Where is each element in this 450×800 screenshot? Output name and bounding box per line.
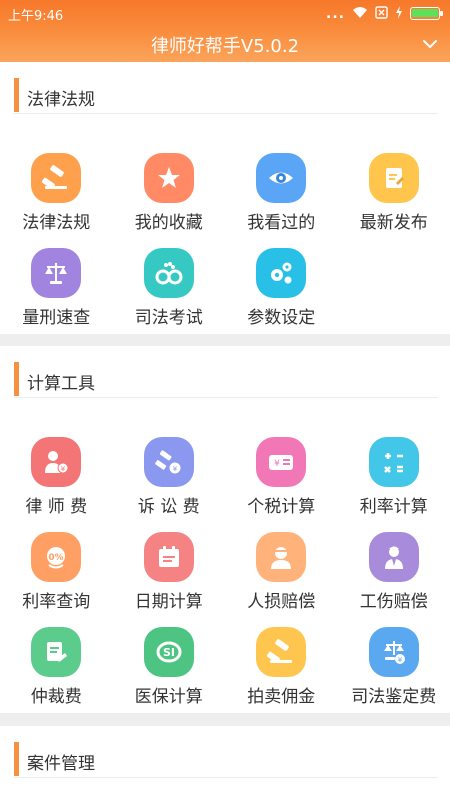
section-laws: 法律法规 法律法规 我的收藏 我看过的 最新发布 量刑速查 司法考试 参数设定 [0, 62, 450, 334]
svg-text:¥: ¥ [274, 459, 280, 469]
grid-item-label: 人损赔偿 [247, 592, 316, 612]
gears-icon [256, 248, 307, 298]
status-bar: 上午9:46 ... [0, 0, 450, 26]
grid-item[interactable]: ¥ 个税计算 [225, 437, 338, 529]
section-title: 计算工具 [27, 374, 95, 394]
lawyer-fee-icon: ¥ [31, 437, 82, 487]
section-case-management: 案件管理 [0, 726, 450, 800]
grid-item[interactable]: 我的收藏 [113, 153, 226, 245]
eye-icon [256, 153, 307, 203]
status-icons: ... [326, 4, 443, 23]
grid-item[interactable]: ¥ 诉 讼 费 [113, 437, 226, 529]
svg-text:¥: ¥ [173, 465, 178, 473]
app-title: 律师好帮手V5.0.2 [150, 36, 300, 57]
grid-item-label: 我的收藏 [134, 213, 203, 233]
grid-item[interactable]: 我看过的 [225, 153, 338, 245]
grid-item-label: 日期计算 [134, 592, 203, 612]
grid-item-label: 利率查询 [22, 592, 91, 612]
grid-item[interactable]: 拍卖佣金 [225, 627, 338, 719]
grid-item[interactable]: 法律法规 [0, 153, 113, 245]
grid-item[interactable]: 最新发布 [338, 153, 450, 245]
medical-insurance-icon: SI [143, 627, 194, 677]
grid-item-label: 拍卖佣金 [247, 687, 316, 707]
grid-item[interactable]: 量刑速查 [0, 248, 113, 340]
grid-item[interactable]: 0% 利率查询 [0, 532, 113, 624]
app-bar: 上午9:46 ... 律师好帮手V5.0.2 [0, 0, 450, 62]
wifi-icon [352, 4, 368, 23]
document-icon [368, 153, 419, 203]
grid-item[interactable]: ¥ 律 师 费 [0, 437, 113, 529]
grid-item[interactable]: 日期计算 [113, 532, 226, 624]
grid-item[interactable]: 工伤赔偿 [338, 532, 450, 624]
grid-item-label: 我看过的 [247, 213, 316, 233]
title-row: 律师好帮手V5.0.2 [0, 26, 450, 62]
section-title: 案件管理 [27, 754, 95, 774]
grid-item-label: 最新发布 [359, 213, 428, 233]
section-calculators: 计算工具 ¥ 律 师 费 ¥ 诉 讼 费 ¥ 个税计算 利率计算 0% 利率查询 日期计算 人损赔偿… [0, 346, 450, 713]
auction-hammer-icon [256, 627, 307, 677]
sim-off-icon [375, 4, 388, 23]
grid-item-label: 参数设定 [247, 308, 316, 328]
calendar-icon [143, 532, 194, 582]
handcuffs-icon [143, 248, 194, 298]
grid-item-label: 律 师 费 [25, 497, 88, 517]
gavel-icon [31, 153, 82, 203]
signal-dots-icon: ... [326, 5, 345, 22]
section-header: 法律法规 [14, 76, 438, 114]
svg-text:SI: SI [163, 646, 175, 659]
section-title: 法律法规 [27, 90, 95, 110]
grid-item[interactable]: 人损赔偿 [225, 532, 338, 624]
section-header: 计算工具 [14, 360, 438, 398]
status-time: 上午9:46 [8, 9, 64, 24]
battery-icon [410, 7, 443, 20]
svg-text:¥: ¥ [61, 465, 66, 473]
calculator-icon [368, 437, 419, 487]
grid-item-label: 工伤赔偿 [359, 592, 428, 612]
grid-item-label: 利率计算 [359, 497, 428, 517]
chevron-down-icon[interactable] [420, 34, 440, 54]
injured-person-icon [256, 532, 307, 582]
grid-item-label: 诉 讼 费 [137, 497, 200, 517]
section-header: 案件管理 [14, 740, 438, 778]
grid-item[interactable]: 利率计算 [338, 437, 450, 529]
scales-icon [31, 248, 82, 298]
grid-item[interactable]: ¥ 司法鉴定费 [338, 627, 450, 719]
litigation-fee-icon: ¥ [143, 437, 194, 487]
section-accent-bar [14, 78, 19, 112]
grid-item-label: 医保计算 [134, 687, 203, 707]
grid-item-label: 量刑速查 [22, 308, 91, 328]
grid-item-label: 司法鉴定费 [351, 687, 437, 707]
grid-item[interactable]: 参数设定 [225, 248, 338, 340]
svg-text:0%: 0% [49, 553, 64, 563]
grid-item-label: 法律法规 [22, 213, 91, 233]
tax-icon: ¥ [256, 437, 307, 487]
grid-item-label: 司法考试 [134, 308, 203, 328]
grid-item-label: 个税计算 [247, 497, 316, 517]
worker-icon [368, 532, 419, 582]
charging-icon [395, 4, 403, 23]
percent-icon: 0% [31, 532, 82, 582]
arbitration-icon [31, 627, 82, 677]
judicial-appraisal-icon: ¥ [368, 627, 419, 677]
svg-text:¥: ¥ [398, 656, 403, 664]
section-accent-bar [14, 362, 19, 396]
grid-item[interactable]: 仲裁费 [0, 627, 113, 719]
star-icon [143, 153, 194, 203]
grid-item-label: 仲裁费 [30, 687, 82, 707]
grid-item[interactable]: SI 医保计算 [113, 627, 226, 719]
section-accent-bar [14, 742, 19, 776]
grid-item[interactable]: 司法考试 [113, 248, 226, 340]
